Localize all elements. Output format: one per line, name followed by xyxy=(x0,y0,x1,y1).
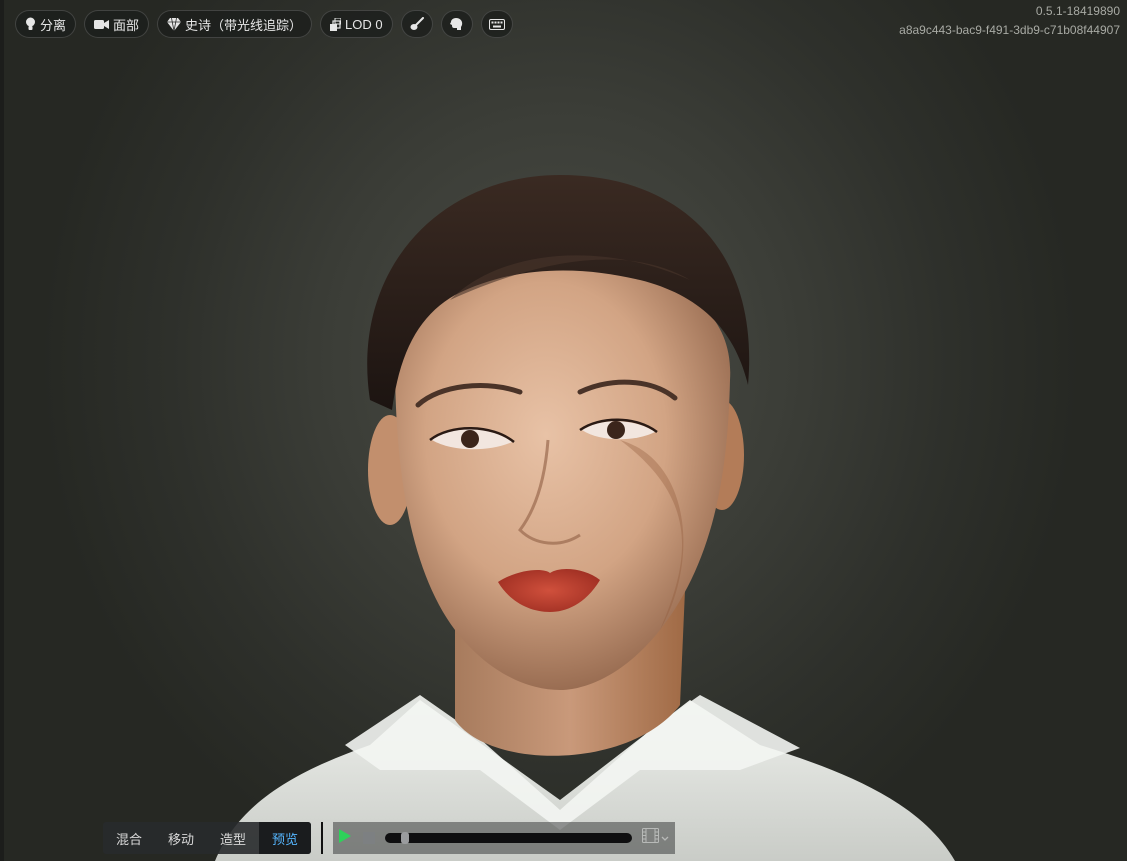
mode-tabs: 混合 移动 造型 预览 xyxy=(103,822,312,854)
camera-button[interactable]: 面部 xyxy=(84,10,150,38)
avatar-preview xyxy=(215,175,955,861)
lighting-label: 分离 xyxy=(40,17,67,33)
keyboard-button[interactable] xyxy=(480,10,513,38)
layers-icon xyxy=(330,17,342,31)
viewport-toolbar: 分离 面部 史诗（带光线追踪） LOD 0 xyxy=(15,10,513,38)
tab-blend[interactable]: 混合 xyxy=(103,822,155,854)
head-button[interactable] xyxy=(440,10,473,38)
toolbar-divider xyxy=(321,822,324,854)
timeline-scrubber[interactable] xyxy=(385,832,632,844)
camera-icon xyxy=(94,19,110,30)
stop-button[interactable] xyxy=(363,832,376,844)
tab-preview[interactable]: 预览 xyxy=(259,822,312,854)
quality-button[interactable]: 史诗（带光线追踪） xyxy=(157,10,313,38)
timeline-handle[interactable] xyxy=(400,832,409,844)
camera-select-button[interactable] xyxy=(642,828,669,848)
film-icon xyxy=(642,828,659,848)
playback-controls xyxy=(333,822,675,854)
lod-button[interactable]: LOD 0 xyxy=(320,10,393,38)
version-text: 0.5.1-18419890 xyxy=(1035,4,1120,18)
bottom-bar: 混合 移动 造型 预览 xyxy=(103,820,675,856)
asset-id-text: a8a9c443-bac9-f491-3db9-c71b08f44907 xyxy=(899,23,1120,37)
tab-sculpt[interactable]: 造型 xyxy=(207,822,259,854)
head-icon xyxy=(449,17,464,32)
brush-button[interactable] xyxy=(400,10,433,38)
quality-label: 史诗（带光线追踪） xyxy=(185,17,303,33)
tab-move[interactable]: 移动 xyxy=(155,822,207,854)
light-bulb-icon xyxy=(25,17,36,31)
camera-label: 面部 xyxy=(113,17,140,33)
viewport[interactable]: 分离 面部 史诗（带光线追踪） LOD 0 0.5.1-18419890 a8a… xyxy=(0,0,1127,861)
play-icon xyxy=(339,828,352,848)
brush-icon xyxy=(410,17,424,31)
lighting-button[interactable]: 分离 xyxy=(15,10,77,38)
keyboard-icon xyxy=(488,18,505,30)
play-button[interactable] xyxy=(337,828,353,848)
build-info: 0.5.1-18419890 a8a9c443-bac9-f491-3db9-c… xyxy=(899,2,1120,40)
lod-label: LOD 0 xyxy=(345,16,383,32)
chevron-down-icon xyxy=(661,829,669,847)
diamond-icon xyxy=(167,17,182,31)
